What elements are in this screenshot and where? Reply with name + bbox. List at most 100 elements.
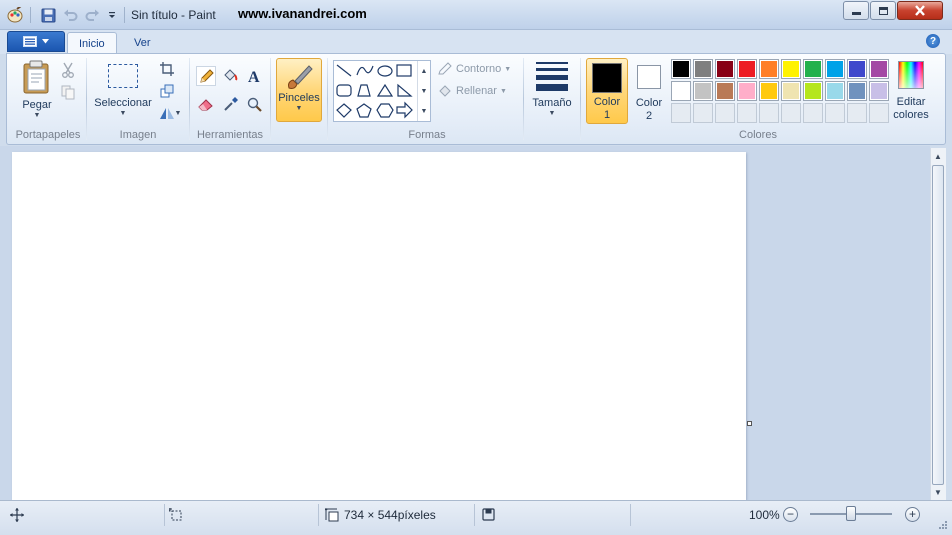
palette-swatch[interactable] [847,59,867,79]
palette-swatch[interactable] [715,59,735,79]
color1-button[interactable]: Color 1 [586,58,628,124]
palette-swatch[interactable] [759,59,779,79]
shapes-scroll[interactable]: ▲ ▼ ▼ [417,61,430,121]
resize-grip-icon[interactable] [936,520,948,532]
palette-swatch[interactable] [847,81,867,101]
palette-swatch[interactable] [803,81,823,101]
scroll-up-icon[interactable]: ▲ [421,68,428,75]
brushes-button[interactable]: Pinceles ▼ [276,58,322,122]
eraser-tool[interactable] [196,94,216,114]
palette-swatch[interactable] [825,59,845,79]
text-tool[interactable]: A [244,66,264,86]
fill-icon [439,85,451,97]
eraser-icon [198,99,213,111]
palette-swatch[interactable] [781,59,801,79]
zoom-in-button[interactable]: + [905,507,920,522]
redo-icon[interactable] [83,6,101,24]
palette-empty-slot[interactable] [847,103,867,123]
palette-swatch[interactable] [693,59,713,79]
status-separator [164,504,165,526]
image-size-icon [324,507,339,525]
palette-swatch[interactable] [825,81,845,101]
paint-app-icon[interactable] [6,6,24,24]
outline-button[interactable]: Contorno ▼ [437,62,511,76]
paste-button[interactable]: Pegar ▼ [18,60,56,120]
edit-colors-button[interactable]: Editar colores [892,60,930,124]
select-button[interactable]: Seleccionar ▼ [92,60,154,120]
palette-swatch[interactable] [869,81,889,101]
expand-gallery-icon[interactable]: ▼ [421,108,428,115]
rotate-button[interactable]: ▼ [157,103,183,123]
svg-text:A: A [248,69,260,84]
group-separator [327,58,328,140]
paint-menu-button[interactable] [7,31,65,52]
tab-inicio[interactable]: Inicio [67,32,117,54]
minimize-icon [851,12,861,15]
drawing-canvas[interactable] [12,152,746,500]
palette-swatch[interactable] [737,59,757,79]
cut-icon[interactable] [58,60,78,80]
palette-swatch[interactable] [671,59,691,79]
outline-label: Contorno [456,63,502,75]
zoom-slider-thumb[interactable] [846,506,856,521]
tab-ver[interactable]: Ver [123,32,162,54]
crop-icon[interactable] [157,59,177,79]
palette-empty-slot[interactable] [693,103,713,123]
chevron-down-icon: ▼ [295,105,303,112]
resize-icon[interactable] [157,81,177,101]
palette-swatch[interactable] [737,81,757,101]
maximize-button[interactable] [870,1,896,20]
help-icon[interactable]: ? [926,34,940,48]
cursor-position-icon [10,508,24,525]
scrollbar-thumb[interactable] [932,165,944,485]
palette-empty-slot[interactable] [869,103,889,123]
color1-label: Color [593,96,621,108]
status-separator [318,504,319,526]
edit-colors-label-2: colores [893,109,929,121]
save-icon[interactable] [39,6,57,24]
palette-empty-slot[interactable] [825,103,845,123]
customize-qat-icon[interactable] [103,6,121,24]
group-label-herramientas: Herramientas [196,129,264,141]
palette-empty-slot[interactable] [671,103,691,123]
brushes-label: Pinceles [278,92,320,104]
palette-swatch[interactable] [781,81,801,101]
color-spectrum-icon [898,61,924,89]
palette-empty-slot[interactable] [737,103,757,123]
palette-swatch[interactable] [869,59,889,79]
color2-button[interactable]: Color 2 [631,60,667,124]
magnifier-tool[interactable] [244,94,264,114]
color-picker-tool[interactable] [220,94,240,114]
palette-empty-slot[interactable] [715,103,735,123]
minimize-button[interactable] [843,1,869,20]
palette-swatch[interactable] [759,81,779,101]
palette-swatch[interactable] [803,59,823,79]
pencil-tool[interactable] [196,66,216,86]
scroll-up-arrow-icon[interactable]: ▲ [931,149,945,164]
palette-swatch[interactable] [671,81,691,101]
zoom-out-button[interactable]: − [783,507,798,522]
chevron-down-icon: ▼ [504,65,512,73]
palette-swatch[interactable] [715,81,735,101]
selection-icon [108,64,138,88]
size-label: Tamaño [532,97,572,109]
palette-empty-slot[interactable] [781,103,801,123]
close-icon [915,5,925,16]
copy-icon[interactable] [58,82,78,102]
scroll-down-arrow-icon[interactable]: ▼ [931,485,945,500]
scroll-down-icon[interactable]: ▼ [421,88,428,95]
fill-button[interactable]: Rellenar ▼ [437,84,507,98]
fill-tool[interactable] [220,66,240,86]
group-separator [580,58,581,140]
color2-swatch [637,65,661,89]
palette-empty-slot[interactable] [803,103,823,123]
paste-label: Pegar [22,99,52,111]
size-button[interactable]: Tamaño ▼ [529,60,575,122]
palette-empty-slot[interactable] [759,103,779,123]
rotate-icon [159,108,174,119]
restore-icon [878,6,888,15]
canvas-resize-handle[interactable] [747,421,752,426]
undo-icon[interactable] [61,6,79,24]
palette-swatch[interactable] [693,81,713,101]
close-button[interactable] [897,1,943,20]
